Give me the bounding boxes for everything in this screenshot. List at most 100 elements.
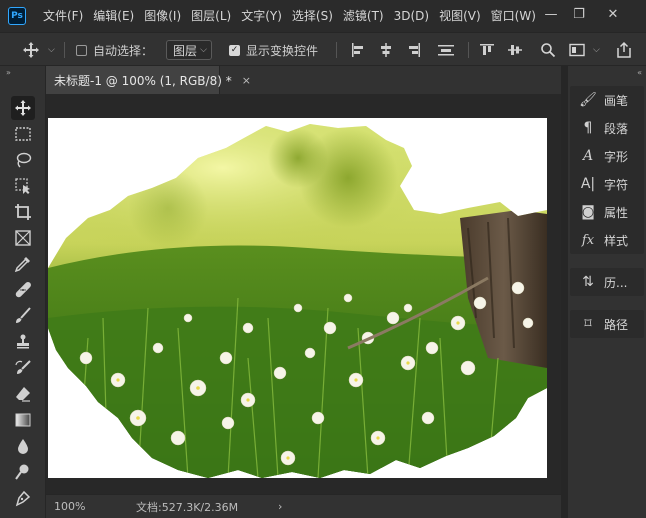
show-transform-option[interactable]: ✓ 显示变换控件 [229, 33, 318, 67]
menu-filter[interactable]: 滤镜(T) [338, 0, 389, 32]
water-drop-icon [18, 439, 28, 454]
document-title: 未标题-1 @ 100% (1, RGB/8) * [54, 73, 232, 88]
menu-select[interactable]: 选择(S) [287, 0, 338, 32]
search-button[interactable] [540, 33, 556, 67]
marquee-tool[interactable] [11, 122, 35, 146]
menu-3d[interactable]: 3D(D) [389, 0, 434, 32]
align-right-icon [409, 43, 420, 57]
meadow-image [48, 124, 547, 478]
menu-type[interactable]: 文字(Y) [236, 0, 287, 32]
auto-select-option[interactable]: 自动选择： [76, 33, 153, 67]
options-bar: ⌵ 自动选择： 图层 ⌵ ✓ 显示变换控件 ⌵ [0, 32, 646, 66]
brush-tool[interactable] [11, 304, 35, 328]
panel-dock-strip [561, 66, 568, 518]
eyedropper-tool[interactable] [11, 252, 35, 276]
move-tool[interactable] [11, 96, 35, 120]
auto-select-label: 自动选择： [93, 43, 154, 58]
align-left-edges-button[interactable] [350, 33, 366, 67]
minimize-button[interactable]: — [538, 3, 564, 25]
dodge-tool[interactable] [11, 460, 35, 484]
paragraph-icon: ¶ [583, 120, 593, 136]
chevron-down-icon: ⌵ [200, 45, 207, 55]
object-selection-icon [15, 178, 30, 194]
distribute-vertical-button[interactable] [437, 33, 455, 67]
frame-icon [15, 230, 31, 246]
bandage-icon [15, 282, 31, 298]
panel-properties[interactable]: ◙ 属性 [570, 198, 644, 226]
pen-tool[interactable] [11, 486, 35, 510]
stamp-icon [17, 334, 29, 349]
history-brush-icon [15, 360, 31, 374]
panel-paths[interactable]: ⌑ 路径 [570, 310, 644, 338]
gradient-icon [15, 413, 31, 427]
chevron-down-icon: ⌵ [48, 45, 55, 55]
properties-icon: ◙ [581, 204, 595, 220]
panel-label: 历... [604, 275, 628, 290]
brush-icon [16, 307, 31, 323]
share-button[interactable] [615, 33, 633, 67]
menu-window[interactable]: 窗口(W) [486, 0, 541, 32]
menu-list: 文件(F) 编辑(E) 图像(I) 图层(L) 文字(Y) 选择(S) 滤镜(T… [38, 0, 541, 32]
clone-stamp-tool[interactable] [11, 330, 35, 354]
show-transform-label: 显示变换控件 [246, 43, 319, 58]
menu-file[interactable]: 文件(F) [38, 0, 88, 32]
status-arrow-icon[interactable]: › [278, 500, 282, 513]
close-icon[interactable]: × [242, 74, 251, 87]
show-transform-checkbox[interactable]: ✓ [229, 44, 240, 56]
menu-edit[interactable]: 编辑(E) [88, 0, 139, 32]
collapse-arrows-icon[interactable]: « [637, 68, 642, 77]
align-right-edges-button[interactable] [406, 33, 422, 67]
move-icon [15, 100, 31, 116]
panel-brush[interactable]: 🖌 画笔 [570, 86, 644, 114]
panel-history[interactable]: ⇅ 历... [570, 268, 644, 296]
workspace-button[interactable]: ⌵ [569, 33, 600, 67]
panel-styles[interactable]: fx 样式 [570, 226, 644, 254]
gradient-tool[interactable] [11, 408, 35, 432]
tools-panel: » [0, 66, 46, 518]
panel-label: 字形 [604, 149, 629, 164]
workspace-icon [569, 43, 585, 57]
document-tab[interactable]: 未标题-1 @ 100% (1, RGB/8) * × [46, 66, 251, 94]
align-horizontal-centers-button[interactable] [378, 33, 394, 67]
align-top-edges-button[interactable] [479, 33, 495, 67]
lasso-tool[interactable] [11, 148, 35, 172]
move-icon [23, 42, 39, 58]
panel-label: 字符 [604, 177, 629, 192]
frame-tool[interactable] [11, 226, 35, 250]
eyedropper-icon [14, 257, 30, 273]
history-icon: ⇅ [582, 274, 594, 290]
panel-glyphs[interactable]: A 字形 [570, 142, 644, 170]
object-selection-tool[interactable] [11, 174, 35, 198]
canvas[interactable] [48, 118, 547, 478]
menu-layer[interactable]: 图层(L) [186, 0, 236, 32]
restore-button[interactable]: ❐ [566, 3, 592, 25]
auto-select-checkbox[interactable] [76, 44, 87, 56]
lasso-icon [16, 152, 32, 168]
move-tool-preset[interactable]: ⌵ [22, 33, 55, 67]
eraser-tool[interactable] [11, 382, 35, 406]
dodge-icon [15, 464, 29, 480]
menu-image[interactable]: 图像(I) [139, 0, 186, 32]
close-window-button[interactable]: ✕ [600, 3, 626, 25]
distribute-icon [438, 45, 454, 56]
align-center-icon [381, 43, 391, 57]
photoshop-logo: Ps [8, 7, 26, 25]
menu-view[interactable]: 视图(V) [434, 0, 486, 32]
panel-group-1: 🖌 画笔 ¶ 段落 A 字形 A| 字符 ◙ 属性 fx 样式 [570, 86, 644, 254]
auto-select-dropdown[interactable]: 图层 ⌵ [166, 40, 212, 60]
collapse-arrows-icon[interactable]: » [6, 68, 11, 77]
paths-icon: ⌑ [584, 316, 592, 332]
align-vertical-centers-button[interactable] [507, 33, 523, 67]
blur-tool[interactable] [11, 434, 35, 458]
healing-brush-tool[interactable] [11, 278, 35, 302]
auto-select-value: 图层 [173, 43, 198, 58]
zoom-level[interactable]: 100% [54, 500, 114, 513]
panel-label: 样式 [604, 233, 629, 248]
panel-paragraph[interactable]: ¶ 段落 [570, 114, 644, 142]
align-middle-icon [508, 45, 522, 55]
divider [64, 42, 65, 58]
crop-tool[interactable] [11, 200, 35, 224]
panel-character[interactable]: A| 字符 [570, 170, 644, 198]
auto-select-target[interactable]: 图层 ⌵ [166, 33, 212, 67]
history-brush-tool[interactable] [11, 356, 35, 380]
